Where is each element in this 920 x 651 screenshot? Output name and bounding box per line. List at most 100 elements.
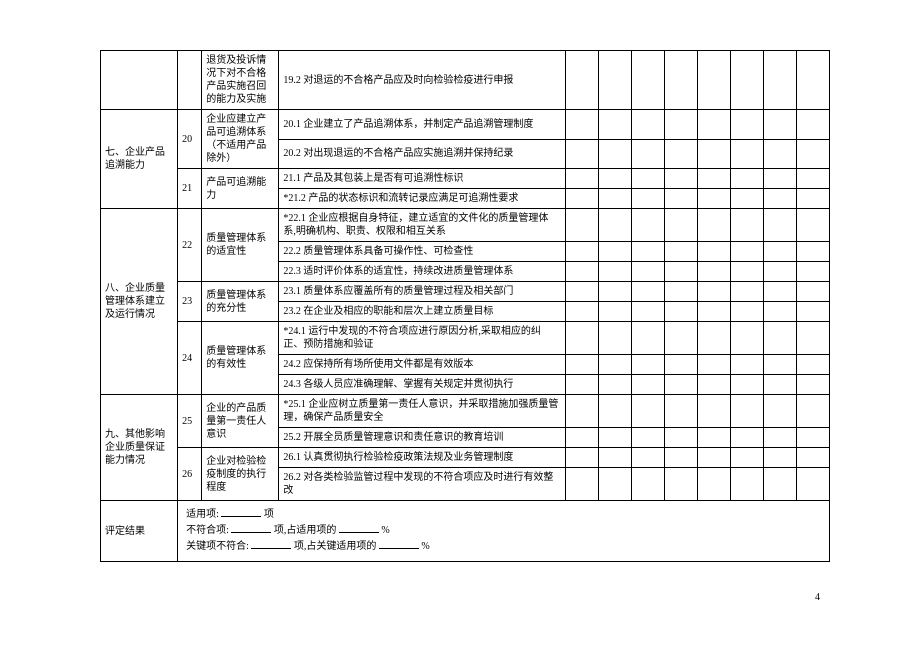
cell-check: [631, 468, 664, 501]
cell-check: [763, 139, 796, 169]
result-text: %: [381, 525, 389, 536]
cell-check: [565, 51, 598, 110]
cell-check: [763, 282, 796, 302]
cell-detail: 26.1 认真贯彻执行检验检疫政策法规及业务管理制度: [279, 448, 565, 468]
cell-check: [631, 209, 664, 242]
cell-check: [796, 110, 829, 140]
cell-check: [763, 322, 796, 355]
cell-check: [730, 139, 763, 169]
cell-check: [598, 448, 631, 468]
cell-detail: 26.2 对各类检验监管过程中发现的不符合项应及时进行有效整改: [279, 468, 565, 501]
cell-check: [598, 468, 631, 501]
assessment-table: 退货及投诉情况下对不合格产品实施召回的能力及实施 19.2 对退运的不合格产品应…: [100, 50, 830, 562]
cell-check: [763, 375, 796, 395]
cell-num: 23: [178, 282, 202, 322]
result-row: 评定结果 适用项: 项 不符合项: 项,占适用项的 % 关键项不符合: 项,占关…: [101, 501, 830, 562]
cell-check: [598, 189, 631, 209]
cell-check: [598, 169, 631, 189]
cell-section-prev: [101, 51, 178, 110]
cell-check: [697, 169, 730, 189]
cell-detail: 23.2 在企业及相应的职能和层次上建立质量目标: [279, 302, 565, 322]
cell-detail: 23.1 质量体系应覆盖所有的质量管理过程及相关部门: [279, 282, 565, 302]
cell-check: [598, 209, 631, 242]
cell-check: [664, 448, 697, 468]
cell-detail: *25.1 企业应树立质量第一责任人意识，并采取措施加强质量管理，确保产品质量安…: [279, 395, 565, 428]
cell-check: [697, 302, 730, 322]
result-text: 项,占关键适用项的: [294, 541, 377, 552]
blank-field: [251, 539, 291, 549]
cell-sub: 质量管理体系的有效性: [202, 322, 279, 395]
cell-check: [598, 242, 631, 262]
cell-check: [796, 395, 829, 428]
cell-check: [796, 169, 829, 189]
cell-check: [763, 189, 796, 209]
cell-check: [697, 375, 730, 395]
cell-detail: 24.3 各级人员应准确理解、掌握有关规定并贯彻执行: [279, 375, 565, 395]
cell-check: [763, 169, 796, 189]
cell-check: [565, 375, 598, 395]
cell-check: [697, 282, 730, 302]
cell-num: 20: [178, 110, 202, 169]
cell-check: [730, 282, 763, 302]
cell-check: [598, 375, 631, 395]
cell-check: [796, 189, 829, 209]
cell-check: [697, 355, 730, 375]
cell-detail: 20.1 企业建立了产品追溯体系，并制定产品追溯管理制度: [279, 110, 565, 140]
cell-check: [730, 322, 763, 355]
cell-check: [763, 468, 796, 501]
cell-check: [697, 189, 730, 209]
cell-detail: 19.2 对退运的不合格产品应及时向检验检疫进行申报: [279, 51, 565, 110]
cell-check: [631, 51, 664, 110]
cell-check: [565, 169, 598, 189]
cell-check: [730, 375, 763, 395]
cell-check: [697, 468, 730, 501]
cell-check: [763, 395, 796, 428]
cell-check: [664, 139, 697, 169]
cell-check: [598, 139, 631, 169]
cell-check: [730, 262, 763, 282]
cell-check: [763, 110, 796, 140]
cell-check: [697, 322, 730, 355]
cell-check: [631, 302, 664, 322]
cell-check: [697, 448, 730, 468]
cell-check: [664, 395, 697, 428]
cell-check: [697, 262, 730, 282]
cell-sub: 质量管理体系的适宜性: [202, 209, 279, 282]
cell-check: [796, 139, 829, 169]
cell-sub: 退货及投诉情况下对不合格产品实施召回的能力及实施: [202, 51, 279, 110]
cell-check: [763, 209, 796, 242]
cell-check: [631, 242, 664, 262]
cell-check: [763, 355, 796, 375]
cell-check: [730, 428, 763, 448]
cell-num: 25: [178, 395, 202, 448]
cell-check: [631, 189, 664, 209]
cell-check: [631, 282, 664, 302]
cell-detail: *22.1 企业应根据自身特征，建立适宜的文件化的质量管理体系,明确机构、职责、…: [279, 209, 565, 242]
cell-check: [664, 242, 697, 262]
cell-check: [796, 355, 829, 375]
cell-detail: 25.2 开展全员质量管理意识和责任意识的教育培训: [279, 428, 565, 448]
cell-check: [763, 428, 796, 448]
page-number: 4: [100, 592, 830, 603]
cell-check: [697, 51, 730, 110]
cell-check: [565, 302, 598, 322]
cell-detail: 20.2 对出现退运的不合格产品应实施追溯并保持纪录: [279, 139, 565, 169]
cell-check: [598, 322, 631, 355]
blank-field: [231, 523, 271, 533]
cell-check: [664, 189, 697, 209]
cell-check: [730, 209, 763, 242]
cell-check: [565, 468, 598, 501]
cell-check: [796, 242, 829, 262]
cell-check: [763, 448, 796, 468]
cell-detail: 22.2 质量管理体系具备可操作性、可检查性: [279, 242, 565, 262]
cell-check: [763, 242, 796, 262]
cell-check: [763, 262, 796, 282]
cell-sub: 质量管理体系的充分性: [202, 282, 279, 322]
cell-detail: 21.1 产品及其包装上是否有可追溯性标识: [279, 169, 565, 189]
cell-num: 24: [178, 322, 202, 395]
cell-num: 22: [178, 209, 202, 282]
cell-check: [664, 262, 697, 282]
cell-check: [565, 189, 598, 209]
cell-check: [631, 262, 664, 282]
cell-check: [796, 375, 829, 395]
